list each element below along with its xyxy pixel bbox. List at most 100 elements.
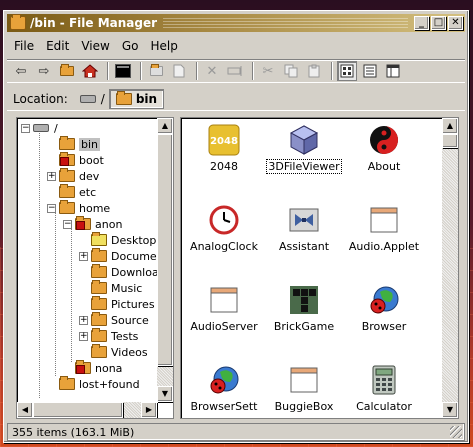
file-item[interactable]: BrickGame: [261, 278, 347, 356]
menu-view[interactable]: View: [75, 37, 115, 55]
folder-icon: [91, 344, 107, 358]
forward-arrow-icon[interactable]: ⇨: [34, 61, 54, 81]
tree-label: bin: [79, 137, 101, 151]
tree-label: Downloa: [111, 265, 159, 279]
tree-item-boot[interactable]: boot: [59, 152, 104, 168]
folder-app-icon: [10, 14, 26, 30]
window-icon: [288, 364, 320, 396]
expand-icon[interactable]: +: [79, 251, 88, 261]
tree-label: Documen: [111, 249, 164, 263]
tree-item-tests[interactable]: + Tests: [79, 328, 138, 344]
tree-vertical-scrollbar[interactable]: ▲ ▼: [157, 118, 173, 402]
scroll-up-icon[interactable]: ▲: [157, 118, 173, 134]
tree-item-nona[interactable]: nona: [75, 360, 122, 376]
folder-icon: [59, 376, 75, 390]
tree-item-bin[interactable]: bin: [59, 136, 101, 152]
file-item[interactable]: BuggieBox: [261, 358, 347, 418]
open-parent-icon[interactable]: [57, 61, 77, 81]
list-view-icon[interactable]: [360, 61, 380, 81]
file-icon-view[interactable]: 2048 2048 3DFileViewer About AnalogClock: [180, 117, 459, 419]
tree-horizontal-scrollbar[interactable]: ◀ ▶: [17, 402, 157, 418]
folder-icon: [91, 312, 107, 326]
tree-item-etc[interactable]: etc: [59, 184, 96, 200]
file-name: Audio.Applet: [348, 240, 420, 253]
menu-go[interactable]: Go: [116, 37, 145, 55]
collapse-icon[interactable]: −: [21, 123, 30, 133]
file-item[interactable]: 2048 2048: [181, 118, 267, 196]
directory-tree[interactable]: − / bin boot + dev etc − home − anon Des…: [16, 117, 174, 419]
tree-item-lost-found[interactable]: lost+found: [59, 376, 140, 392]
expand-icon[interactable]: +: [79, 331, 88, 341]
terminal-icon[interactable]: [113, 61, 133, 81]
2048-icon: 2048: [208, 124, 240, 156]
collapse-icon[interactable]: −: [63, 219, 72, 229]
breadcrumb-root[interactable]: /: [76, 89, 109, 109]
tree-item-videos[interactable]: Videos: [91, 344, 148, 360]
tree-item-documents[interactable]: + Documen: [79, 248, 164, 264]
tree-root[interactable]: − /: [21, 120, 58, 136]
file-item[interactable]: Calculator: [341, 358, 427, 418]
tree-label: etc: [79, 185, 97, 199]
menu-file[interactable]: File: [8, 37, 40, 55]
file-item[interactable]: Assistant: [261, 198, 347, 276]
icons-vertical-scrollbar[interactable]: ▲ ▼: [442, 118, 458, 418]
breadcrumb-bin[interactable]: bin: [108, 88, 165, 109]
scroll-thumb[interactable]: [442, 134, 458, 148]
tree-item-desktop[interactable]: Desktop: [91, 232, 156, 248]
title-stripes: [163, 18, 408, 28]
tree-item-downloads[interactable]: Downloa: [91, 264, 159, 280]
serenity-logo-icon: [368, 124, 400, 156]
tree-label: anon: [95, 217, 123, 231]
scroll-thumb[interactable]: [157, 134, 173, 366]
back-arrow-icon[interactable]: ⇦: [11, 61, 31, 81]
icon-view-icon[interactable]: [337, 61, 357, 81]
collapse-icon[interactable]: −: [47, 203, 56, 213]
scroll-down-icon[interactable]: ▼: [157, 386, 173, 402]
close-button[interactable]: ✕: [448, 16, 463, 30]
file-item[interactable]: Audio.Applet: [341, 198, 427, 276]
tree-item-anon[interactable]: − anon: [63, 216, 122, 232]
scroll-up-icon[interactable]: ▲: [442, 118, 458, 134]
globe-bug-icon: [208, 364, 240, 396]
location-bar: Location: / bin: [7, 87, 465, 111]
scroll-left-icon[interactable]: ◀: [17, 402, 33, 418]
menu-help[interactable]: Help: [144, 37, 183, 55]
tree-item-pictures[interactable]: Pictures: [91, 296, 155, 312]
new-file-icon[interactable]: [169, 61, 189, 81]
new-folder-icon[interactable]: [146, 61, 166, 81]
file-item[interactable]: About: [341, 118, 427, 196]
menu-edit[interactable]: Edit: [40, 37, 75, 55]
copy-icon[interactable]: [281, 61, 301, 81]
delete-icon[interactable]: ✕: [202, 61, 222, 81]
svg-text:2048: 2048: [210, 136, 238, 147]
tree-label: Music: [111, 281, 143, 295]
resize-grip-icon[interactable]: [450, 426, 462, 438]
file-item[interactable]: BrowserSett: [181, 358, 267, 418]
file-item[interactable]: AudioServer: [181, 278, 267, 356]
file-name: Browser: [361, 320, 407, 333]
tree-item-music[interactable]: Music: [91, 280, 142, 296]
minimize-button[interactable]: _: [414, 16, 429, 30]
folder-icon: [91, 264, 107, 278]
maximize-button[interactable]: □: [431, 16, 446, 30]
expand-icon[interactable]: +: [47, 171, 56, 181]
file-item[interactable]: AnalogClock: [181, 198, 267, 276]
expand-icon[interactable]: +: [79, 315, 88, 325]
file-name: BrowserSett: [190, 400, 258, 413]
file-item[interactable]: Browser: [341, 278, 427, 356]
scroll-down-icon[interactable]: ▼: [442, 402, 458, 418]
file-name: Assistant: [278, 240, 330, 253]
scroll-right-icon[interactable]: ▶: [141, 402, 157, 418]
tree-item-home[interactable]: − home: [47, 200, 110, 216]
paste-icon[interactable]: [304, 61, 324, 81]
tree-item-source[interactable]: + Source: [79, 312, 149, 328]
cut-icon[interactable]: ✂: [258, 61, 278, 81]
home-icon[interactable]: [80, 61, 100, 81]
title-bar[interactable]: /bin - File Manager _ □ ✕: [7, 14, 465, 32]
tree-label: home: [79, 201, 111, 215]
file-item[interactable]: 3DFileViewer: [261, 118, 347, 196]
rename-icon[interactable]: [225, 61, 245, 81]
scroll-thumb[interactable]: [33, 402, 123, 418]
tree-item-dev[interactable]: + dev: [47, 168, 99, 184]
columns-view-icon[interactable]: [383, 61, 403, 81]
